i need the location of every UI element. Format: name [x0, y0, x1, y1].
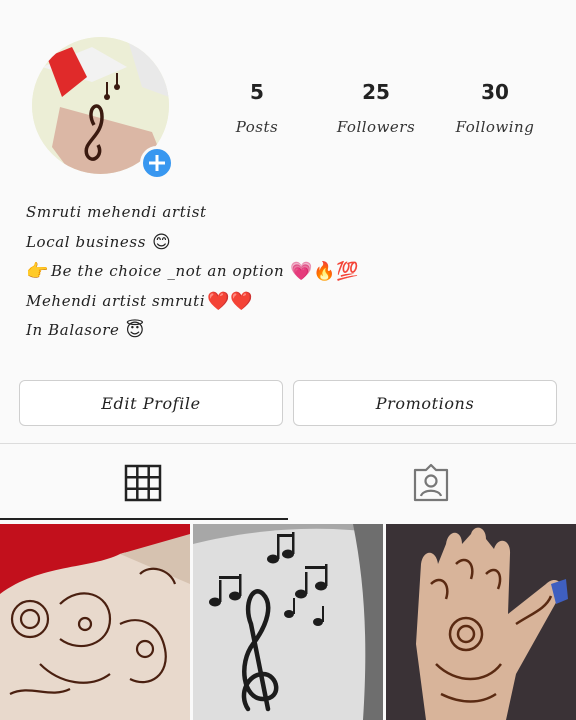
- bio-line-category: Local business 😊: [26, 228, 359, 258]
- posts-stat[interactable]: 5 Posts: [202, 80, 312, 136]
- post-thumbnail[interactable]: [386, 524, 576, 720]
- following-label: Following: [455, 118, 535, 136]
- section-divider: [0, 443, 576, 444]
- add-story-button[interactable]: [140, 146, 174, 180]
- posts-label: Posts: [235, 118, 279, 136]
- smile-emoji-icon: 😊: [152, 231, 172, 253]
- bio-line-motto: 👉 Be the choice _not an option 💗🔥💯: [26, 257, 359, 287]
- bio-line-location: In Balasore 😇: [26, 316, 359, 346]
- plus-icon: [149, 155, 165, 171]
- pointing-hand-emoji-icon: 👉: [26, 261, 50, 282]
- bio-line-name: Smruti mehendi artist: [26, 198, 359, 228]
- bio-motto: Be the choice _not an option: [51, 262, 285, 280]
- tab-tagged[interactable]: [406, 460, 456, 506]
- mehndi-hand-photo: [386, 524, 576, 720]
- music-note-tattoo-photo: [193, 524, 383, 720]
- heart-fire-hundred-emoji-icon: 💗🔥💯: [290, 261, 360, 282]
- following-stat[interactable]: 30 Following: [440, 80, 550, 136]
- post-thumbnail[interactable]: [193, 524, 383, 720]
- heart-emoji-icon: ❤️❤️: [207, 290, 254, 312]
- posts-count: 5: [250, 80, 264, 104]
- halo-smile-emoji-icon: 😇: [125, 320, 145, 341]
- followers-stat[interactable]: 25 Followers: [321, 80, 431, 136]
- bio-name: Smruti mehendi artist: [26, 203, 207, 221]
- mehndi-hand-photo: [0, 524, 190, 720]
- grid-icon: [124, 464, 162, 502]
- bio: Smruti mehendi artist Local business 😊 👉…: [26, 198, 359, 346]
- edit-profile-button[interactable]: Edit Profile: [19, 380, 283, 426]
- bio-location: In Balasore: [26, 321, 120, 339]
- bio-category: Local business: [26, 232, 146, 251]
- bio-artist: Mehendi artist smruti: [26, 291, 206, 310]
- following-count: 30: [481, 80, 509, 104]
- followers-count: 25: [362, 80, 390, 104]
- followers-label: Followers: [336, 118, 416, 136]
- promotions-button[interactable]: Promotions: [293, 380, 557, 426]
- post-thumbnail[interactable]: [0, 524, 190, 720]
- tagged-person-icon: [413, 463, 449, 502]
- bio-line-artist: Mehendi artist smruti ❤️❤️: [26, 287, 359, 317]
- active-tab-indicator: [0, 518, 288, 520]
- tab-grid[interactable]: [118, 460, 168, 506]
